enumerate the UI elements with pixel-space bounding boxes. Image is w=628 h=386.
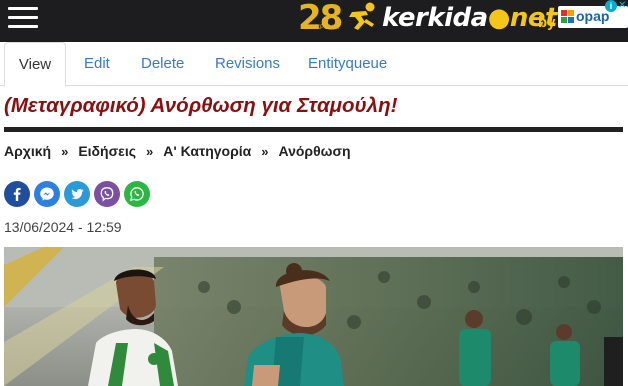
whatsapp-share-button[interactable] — [124, 181, 150, 207]
messenger-icon — [34, 181, 60, 207]
tab-delete[interactable]: Delete — [141, 42, 184, 86]
facebook-share-button[interactable] — [4, 181, 30, 207]
messenger-share-button[interactable] — [34, 181, 60, 207]
breadcrumb-separator: » — [146, 144, 154, 159]
breadcrumb-home[interactable]: Αρχική — [4, 143, 51, 159]
ad-info-icon[interactable]: i — [605, 0, 617, 12]
site-header: 28 20 ΧΡΟΝΙΑ kerkida●net by opap i ✕ — [0, 0, 628, 42]
viber-icon — [94, 181, 120, 207]
title-divider — [4, 127, 623, 132]
twitter-share-button[interactable] — [64, 181, 90, 207]
viber-share-button[interactable] — [94, 181, 120, 207]
sponsor-name: opap — [576, 8, 610, 24]
runner-logo-icon — [349, 2, 375, 30]
admin-tabs: View Edit Delete Revisions Entityqueue — [0, 42, 628, 87]
menu-icon[interactable] — [8, 5, 40, 31]
article-title: (Μεταγραφικό) Ανόρθωση για Σταμούλη! — [4, 94, 398, 117]
by-label: by — [538, 14, 556, 31]
article-photo[interactable] — [4, 247, 623, 386]
logo-ball-icon: ● — [487, 3, 511, 33]
article-date: 13/06/2024 - 12:59 — [4, 219, 122, 235]
opap-mark-icon — [561, 10, 574, 23]
breadcrumb-separator: » — [261, 144, 269, 159]
breadcrumb: Αρχική » Ειδήσεις » Α' Κατηγορία » Ανόρθωση — [4, 143, 351, 159]
logo-text-main: kerkida — [382, 3, 488, 33]
tab-view[interactable]: View — [4, 42, 66, 87]
tab-entityqueue[interactable]: Entityqueue — [308, 42, 387, 86]
breadcrumb-news[interactable]: Ειδήσεις — [78, 143, 136, 159]
anniversary-logo: 28 20 ΧΡΟΝΙΑ — [298, 0, 343, 38]
ad-close-icon[interactable]: ✕ — [618, 0, 628, 12]
site-logo[interactable]: kerkida●net — [382, 3, 557, 33]
whatsapp-icon — [124, 181, 150, 207]
facebook-icon — [4, 181, 30, 207]
tab-edit[interactable]: Edit — [84, 42, 110, 86]
breadcrumb-category[interactable]: Α' Κατηγορία — [163, 143, 251, 159]
twitter-icon — [64, 181, 90, 207]
breadcrumb-team[interactable]: Ανόρθωση — [279, 143, 351, 159]
anniversary-caption: 20 ΧΡΟΝΙΑ — [316, 19, 339, 31]
tab-revisions[interactable]: Revisions — [215, 42, 280, 86]
breadcrumb-separator: » — [61, 144, 69, 159]
